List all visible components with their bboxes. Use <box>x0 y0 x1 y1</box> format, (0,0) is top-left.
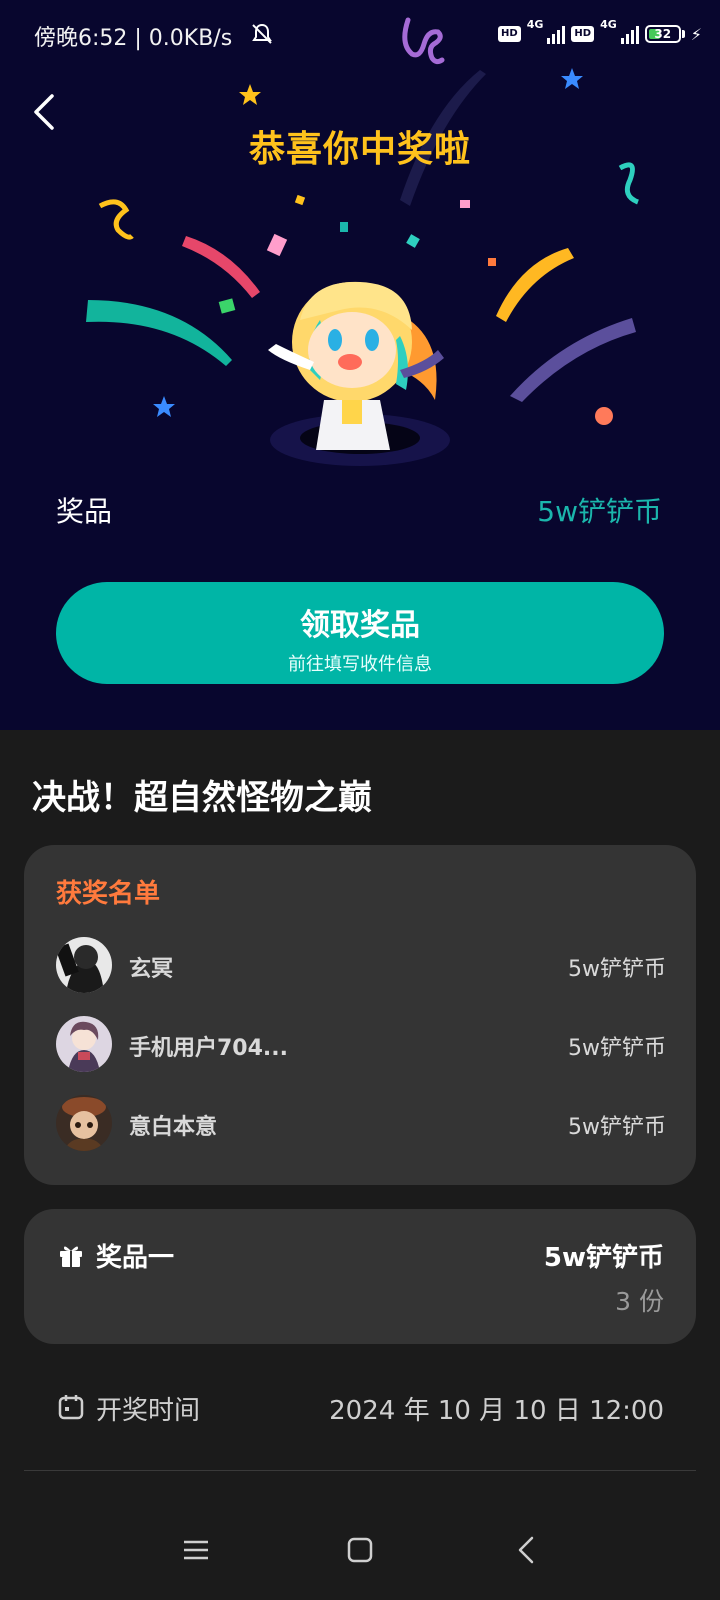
winner-row: 意白本意 5w铲铲币 <box>56 1095 666 1151</box>
calendar-icon <box>58 1395 84 1420</box>
mute-icon <box>252 23 272 44</box>
battery-icon: 32 <box>644 25 681 43</box>
page-title: 恭喜你中奖啦 <box>248 129 471 170</box>
status-time: 傍晚6:52 | 0.0KB/s <box>34 26 233 51</box>
divider <box>24 1470 696 1471</box>
home-icon[interactable] <box>340 1530 380 1570</box>
draw-time-label: 开奖时间 <box>96 1396 201 1426</box>
charging-icon: ⚡ <box>690 24 702 44</box>
network-type-1: 4G <box>526 18 544 31</box>
nav-back-icon[interactable] <box>508 1530 548 1570</box>
avatar <box>56 1095 112 1151</box>
menu-icon[interactable] <box>176 1530 216 1570</box>
winner-name: 玄冥 <box>129 957 174 982</box>
avatar <box>56 1016 112 1072</box>
winner-prize: 5w铲铲币 <box>568 957 666 982</box>
winner-name: 手机用户704... <box>129 1036 288 1061</box>
signal-icon <box>547 24 566 44</box>
prize-label: 奖品 <box>56 495 113 528</box>
prize-value: 5w铲铲币 <box>537 495 662 528</box>
status-icons: HD 4G HD 4G 32 ⚡ <box>498 18 702 50</box>
winner-row: 手机用户704... 5w铲铲币 <box>56 1016 666 1072</box>
claim-prize-button[interactable]: 领取奖品 前往填写收件信息 <box>56 582 664 684</box>
winner-row: 玄冥 5w铲铲币 <box>56 937 666 993</box>
app-logo-icon <box>402 17 445 65</box>
signal-icon-2 <box>620 24 639 44</box>
prize-item-name: 奖品一 <box>96 1243 175 1273</box>
claim-button-label: 领取奖品 <box>300 608 420 643</box>
hd-badge-2: HD <box>571 26 595 42</box>
winner-name: 意白本意 <box>129 1115 218 1140</box>
gift-icon <box>60 1246 82 1267</box>
status-bar: 傍晚6:52 | 0.0KB/s HD 4G HD 4G 32 ⚡ <box>0 0 720 70</box>
winners-card: 获奖名单 玄冥 5w铲铲币 手机用户704... 5w铲铲币 意白本意 5w铲铲… <box>24 845 696 1185</box>
network-type-2: 4G <box>600 18 617 31</box>
hero-section: 傍晚6:52 | 0.0KB/s HD 4G HD 4G 32 ⚡ 恭喜你中奖啦… <box>0 0 720 730</box>
winners-heading: 获奖名单 <box>56 879 161 909</box>
winner-prize: 5w铲铲币 <box>568 1036 666 1061</box>
hd-badge: HD <box>498 26 521 42</box>
prize-card: 奖品一 5w铲铲币 3 份 <box>24 1209 696 1344</box>
winner-prize: 5w铲铲币 <box>568 1115 666 1140</box>
system-nav-bar <box>0 1490 720 1600</box>
draw-time-row: 开奖时间 2024 年 10 月 10 日 12:00 <box>56 1388 664 1428</box>
avatar <box>56 937 112 993</box>
event-title: 决战！超自然怪物之巅 <box>32 778 372 818</box>
claim-button-subtitle: 前往填写收件信息 <box>288 654 432 675</box>
prize-item-quantity: 3 份 <box>615 1287 664 1316</box>
mascot-illustration <box>268 281 450 466</box>
battery-level: 32 <box>654 27 672 41</box>
draw-time-value: 2024 年 10 月 10 日 12:00 <box>329 1396 664 1426</box>
prize-item-value: 5w铲铲币 <box>543 1243 664 1273</box>
